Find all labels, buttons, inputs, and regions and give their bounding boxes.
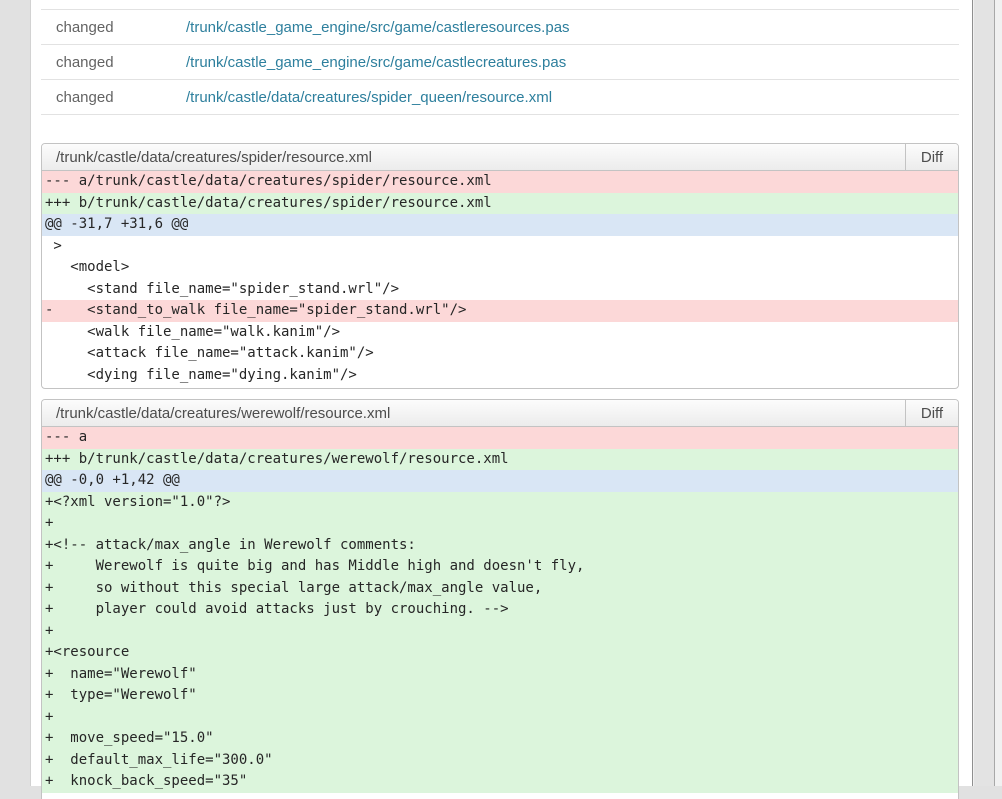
diff-line: --- a/trunk/castle/data/creatures/spider… <box>42 171 958 193</box>
file-path-link[interactable]: /trunk/castle/data/creatures/spider_quee… <box>186 89 552 106</box>
diff-line: > <box>42 236 958 258</box>
changed-files-table: changed /trunk/castle/data/creatures/wer… <box>41 0 959 115</box>
diff-line: + player could avoid attacks just by cro… <box>42 599 958 621</box>
diff-line: +++ b/trunk/castle/data/creatures/werewo… <box>42 449 958 471</box>
diff-line: + <box>42 513 958 535</box>
diff-line: + so without this special large attack/m… <box>42 578 958 600</box>
diff-panel-header: /trunk/castle/data/creatures/werewolf/re… <box>42 400 958 427</box>
diff-line: - <stand_to_walk file_name="spider_stand… <box>42 300 958 322</box>
diff-line: + move_speed="15.0" <box>42 728 958 750</box>
diff-line: + type="Werewolf" <box>42 685 958 707</box>
file-path-link[interactable]: /trunk/castle_game_engine/src/game/castl… <box>186 19 570 36</box>
file-status-label: changed <box>41 89 186 106</box>
diff-line: + default_max_life="300.0" <box>42 750 958 772</box>
diff-line: <walk file_name="walk.kanim"/> <box>42 322 958 344</box>
diff-body: --- a +++ b/trunk/castle/data/creatures/… <box>42 427 958 795</box>
diff-line: <attack file_name="attack.kanim"/> <box>42 343 958 365</box>
vertical-scrollbar[interactable] <box>972 0 1002 786</box>
table-row: changed /trunk/castle/data/creatures/wer… <box>41 0 959 10</box>
file-status-label: changed <box>41 54 186 71</box>
content-area: changed /trunk/castle/data/creatures/wer… <box>30 0 972 786</box>
table-row: changed /trunk/castle_game_engine/src/ga… <box>41 10 959 45</box>
diff-line: <dying file_name="dying.kanim"/> <box>42 365 958 387</box>
diff-panel: /trunk/castle/data/creatures/spider/reso… <box>41 143 959 389</box>
file-status-label: changed <box>41 0 186 1</box>
diff-line: + Werewolf is quite big and has Middle h… <box>42 556 958 578</box>
diff-line: <model> <box>42 257 958 279</box>
file-path-link[interactable]: /trunk/castle/data/creatures/werewolf/re… <box>186 0 520 1</box>
diff-line: +++ b/trunk/castle/data/creatures/spider… <box>42 193 958 215</box>
diff-line: +<?xml version="1.0"?> <box>42 492 958 514</box>
diff-line: + <box>42 707 958 729</box>
file-status-label: changed <box>41 19 186 36</box>
diff-file-path-label: /trunk/castle/data/creatures/spider/reso… <box>42 144 905 170</box>
diff-line: +<resource <box>42 642 958 664</box>
diff-body: --- a/trunk/castle/data/creatures/spider… <box>42 171 958 388</box>
diff-panel-header: /trunk/castle/data/creatures/spider/reso… <box>42 144 958 171</box>
diff-line: + knock_back_speed="35" <box>42 771 958 793</box>
scrollbar-thumb[interactable] <box>974 0 995 786</box>
table-row: changed /trunk/castle_game_engine/src/ga… <box>41 45 959 80</box>
diff-button[interactable]: Diff <box>905 400 958 426</box>
diff-line: --- a <box>42 427 958 449</box>
diff-line: @@ -31,7 +31,6 @@ <box>42 214 958 236</box>
diff-line: +<!-- attack/max_angle in Werewolf comme… <box>42 535 958 557</box>
file-path-link[interactable]: /trunk/castle_game_engine/src/game/castl… <box>186 54 566 71</box>
screen: { "colors": { "link": "#2d7f9d", "remove… <box>0 0 1002 786</box>
diff-line: + <box>42 621 958 643</box>
diff-line: + name="Werewolf" <box>42 664 958 686</box>
diff-line: <stand file_name="spider_stand.wrl"/> <box>42 279 958 301</box>
diff-panel: /trunk/castle/data/creatures/werewolf/re… <box>41 399 959 799</box>
diff-line: @@ -0,0 +1,42 @@ <box>42 470 958 492</box>
diff-file-path-label: /trunk/castle/data/creatures/werewolf/re… <box>42 400 905 426</box>
table-row: changed /trunk/castle/data/creatures/spi… <box>41 80 959 115</box>
diff-button[interactable]: Diff <box>905 144 958 170</box>
